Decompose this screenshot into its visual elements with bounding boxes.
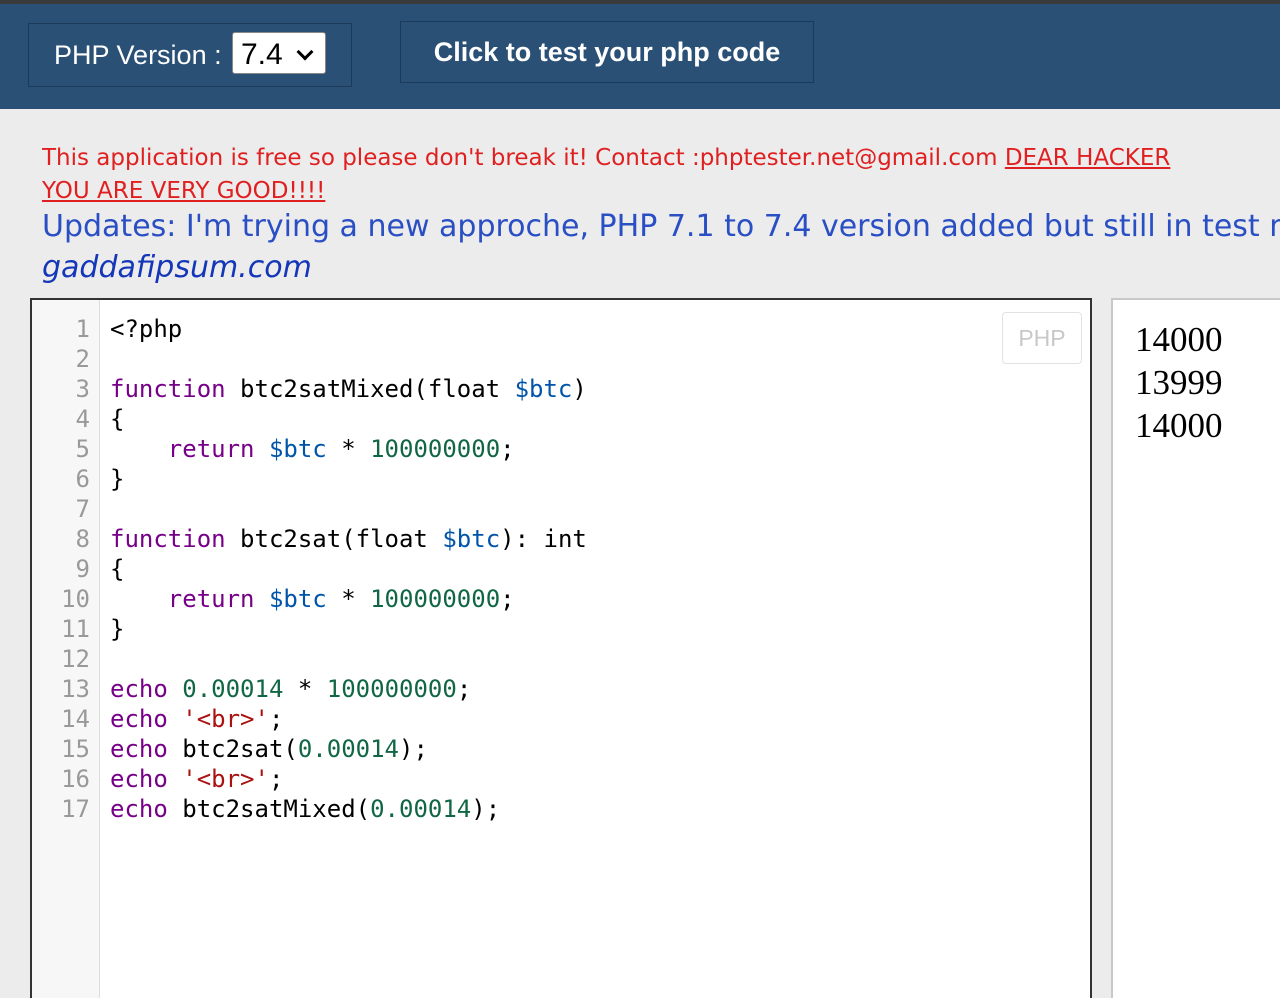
php-version-value: 7.4 — [241, 38, 283, 71]
code-content[interactable]: <?php function btc2satMixed(float $btc){… — [110, 314, 587, 824]
php-version-label: PHP Version : — [54, 40, 222, 70]
test-php-code-button[interactable]: Click to test your php code — [400, 21, 814, 83]
toolbar: PHP Version : 7.4 Click to test your php… — [0, 4, 1280, 109]
output-line: 13999 — [1135, 363, 1223, 402]
chevron-down-icon — [296, 43, 314, 61]
code-line[interactable]: echo 0.00014 * 100000000; — [110, 674, 587, 704]
line-number: 2 — [75, 345, 90, 373]
line-number: 1 — [75, 315, 90, 343]
code-editor[interactable]: 1 2 3 4 5 6 7 8 9 10 11 12 13 14 15 16 17 <?php function… — [30, 298, 1092, 998]
line-number: 13 — [61, 675, 90, 703]
output-line: 14000 — [1135, 320, 1223, 359]
line-number: 7 — [75, 495, 90, 523]
dear-hacker-link[interactable]: DEAR HACKER — [1005, 145, 1171, 171]
language-badge: PHP — [1002, 312, 1082, 364]
line-number: 12 — [61, 645, 90, 673]
code-line[interactable] — [110, 644, 587, 674]
line-number: 16 — [61, 765, 90, 793]
line-number: 8 — [75, 525, 90, 553]
code-line[interactable] — [110, 494, 587, 524]
line-numbers: 1 2 3 4 5 6 7 8 9 10 11 12 13 14 15 16 17 — [32, 314, 90, 824]
code-line[interactable]: { — [110, 404, 587, 434]
code-line[interactable]: echo btc2sat(0.00014); — [110, 734, 587, 764]
line-number: 11 — [61, 615, 90, 643]
code-line[interactable]: } — [110, 464, 587, 494]
code-line[interactable]: echo btc2satMixed(0.00014); — [110, 794, 587, 824]
line-number: 17 — [61, 795, 90, 823]
updates-message: Updates: I'm trying a new approche, PHP … — [42, 209, 1280, 244]
line-number: 14 — [61, 705, 90, 733]
gaddafipsum-link[interactable]: gaddafipsum.com — [42, 246, 312, 290]
line-number: 9 — [75, 555, 90, 583]
code-line[interactable]: echo '<br>'; — [110, 764, 587, 794]
notice-text: This application is free so please don't… — [42, 145, 1005, 171]
notice-message: This application is free so please don't… — [42, 142, 1280, 174]
output-line: 14000 — [1135, 406, 1223, 445]
notice-link-continuation[interactable]: YOU ARE VERY GOOD!!!! — [42, 175, 325, 207]
code-line[interactable] — [110, 344, 587, 374]
code-line[interactable]: } — [110, 614, 587, 644]
line-number: 4 — [75, 405, 90, 433]
code-line[interactable]: echo '<br>'; — [110, 704, 587, 734]
line-number-gutter: 1 2 3 4 5 6 7 8 9 10 11 12 13 14 15 16 17 — [32, 300, 100, 998]
line-number: 15 — [61, 735, 90, 763]
line-number: 3 — [75, 375, 90, 403]
code-line[interactable]: <?php — [110, 314, 587, 344]
line-number: 6 — [75, 465, 90, 493]
code-line[interactable]: function btc2sat(float $btc): int — [110, 524, 587, 554]
output-panel: 14000 13999 14000 — [1111, 298, 1280, 998]
code-line[interactable]: { — [110, 554, 587, 584]
code-line[interactable]: return $btc * 100000000; — [110, 584, 587, 614]
php-version-control: PHP Version : 7.4 — [28, 23, 352, 87]
line-number: 5 — [75, 435, 90, 463]
php-version-select[interactable]: 7.4 — [232, 32, 326, 74]
line-number: 10 — [61, 585, 90, 613]
code-line[interactable]: function btc2satMixed(float $btc) — [110, 374, 587, 404]
code-line[interactable]: return $btc * 100000000; — [110, 434, 587, 464]
